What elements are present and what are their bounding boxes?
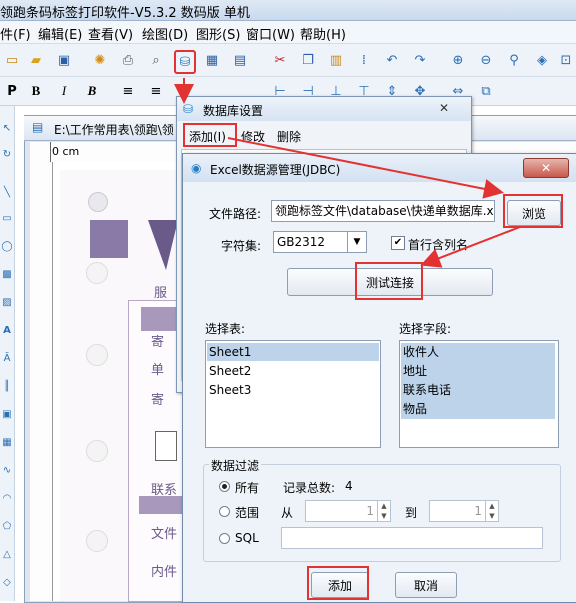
annotation-arrows (174, 78, 521, 268)
arrow-to-test (420, 226, 521, 268)
arrow-to-browse (227, 137, 504, 199)
